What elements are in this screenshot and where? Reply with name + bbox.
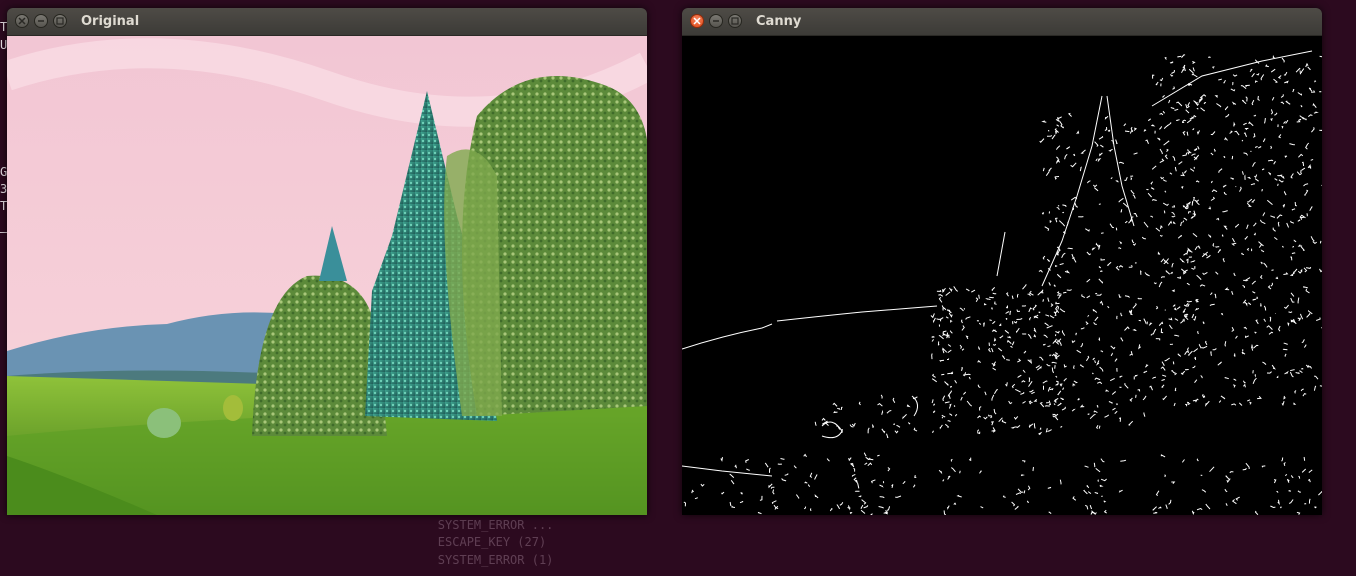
close-icon bbox=[693, 17, 701, 25]
forest-image bbox=[7, 36, 647, 515]
close-button[interactable] bbox=[690, 14, 704, 28]
minimize-icon bbox=[713, 20, 719, 22]
image-canvas bbox=[682, 36, 1322, 515]
canny-window[interactable]: Canny bbox=[682, 8, 1322, 515]
minimize-icon bbox=[38, 20, 44, 22]
maximize-button[interactable] bbox=[53, 14, 67, 28]
image-canvas bbox=[7, 36, 647, 515]
terminal-line: SYSTEM_ERROR ... bbox=[380, 518, 554, 532]
maximize-button[interactable] bbox=[728, 14, 742, 28]
titlebar[interactable]: Canny bbox=[682, 8, 1322, 36]
titlebar[interactable]: Original bbox=[7, 8, 647, 36]
close-icon bbox=[18, 17, 26, 25]
window-title: Original bbox=[81, 14, 140, 29]
original-window[interactable]: Original bbox=[7, 8, 647, 515]
minimize-button[interactable] bbox=[34, 14, 48, 28]
maximize-icon bbox=[731, 17, 739, 25]
maximize-icon bbox=[56, 17, 64, 25]
terminal-divider bbox=[0, 232, 7, 233]
minimize-button[interactable] bbox=[709, 14, 723, 28]
close-button[interactable] bbox=[15, 14, 29, 28]
window-title: Canny bbox=[756, 14, 802, 29]
terminal-line: ESCAPE_KEY (27) bbox=[380, 535, 547, 549]
edge-image bbox=[682, 36, 1322, 515]
terminal-line: SYSTEM_ERROR (1) bbox=[380, 553, 554, 567]
